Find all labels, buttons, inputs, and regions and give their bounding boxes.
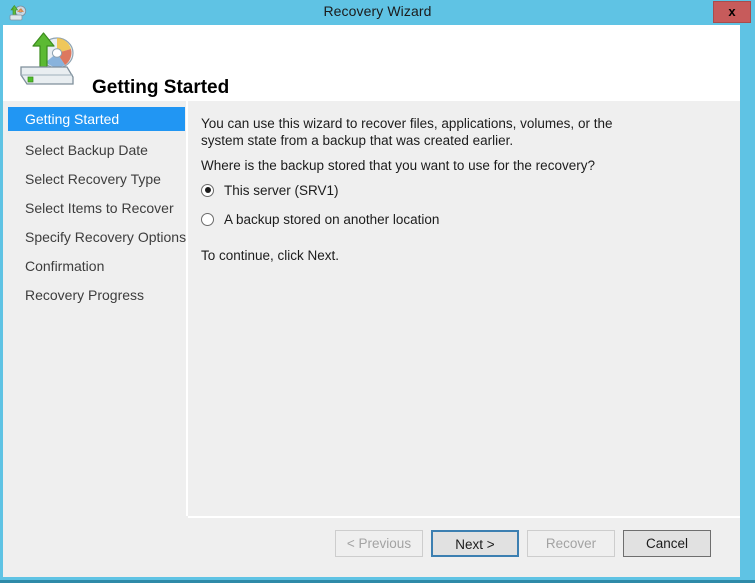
sidebar-item-select-recovery-type[interactable]: Select Recovery Type — [8, 167, 185, 191]
wizard-body: Getting Started Select Backup Date Selec… — [3, 101, 740, 577]
sidebar-item-specify-recovery-options[interactable]: Specify Recovery Options — [8, 225, 186, 249]
sidebar-item-getting-started[interactable]: Getting Started — [8, 107, 185, 131]
wizard-header: Getting Started — [3, 25, 740, 101]
sidebar-item-confirmation[interactable]: Confirmation — [8, 254, 185, 278]
radio-another-location[interactable]: A backup stored on another location — [201, 209, 439, 229]
wizard-content: You can use this wizard to recover files… — [188, 101, 740, 516]
page-title: Getting Started — [92, 77, 230, 98]
sidebar-item-select-backup-date[interactable]: Select Backup Date — [8, 138, 185, 162]
intro-text: You can use this wizard to recover files… — [201, 116, 613, 148]
previous-button[interactable]: < Previous — [335, 530, 423, 557]
radio-this-server[interactable]: This server (SRV1) — [201, 180, 339, 200]
question-text: Where is the backup stored that you want… — [201, 158, 595, 173]
recover-button[interactable]: Recover — [527, 530, 615, 557]
next-button[interactable]: Next > — [431, 530, 519, 557]
wizard-steps-sidebar: Getting Started Select Backup Date Selec… — [3, 101, 186, 577]
window-titlebar: Recovery Wizard x — [0, 0, 755, 25]
close-icon[interactable]: x — [713, 1, 751, 23]
radio-unselected-icon — [201, 212, 214, 226]
radio-this-server-label: This server (SRV1) — [224, 182, 339, 198]
recovery-drive-arrow-icon — [15, 29, 81, 91]
recovery-wizard-window: Recovery Wizard x Getting Started Gettin… — [0, 0, 755, 583]
wizard-footer: < Previous Next > Recover Cancel — [3, 518, 740, 577]
sidebar-item-select-items-to-recover[interactable]: Select Items to Recover — [8, 196, 185, 220]
radio-another-location-label: A backup stored on another location — [224, 211, 440, 227]
window-title: Recovery Wizard — [323, 3, 432, 19]
sidebar-item-recovery-progress[interactable]: Recovery Progress — [8, 283, 185, 307]
continue-text: To continue, click Next. — [201, 248, 340, 263]
cancel-button[interactable]: Cancel — [623, 530, 711, 557]
radio-selected-icon — [201, 183, 214, 197]
